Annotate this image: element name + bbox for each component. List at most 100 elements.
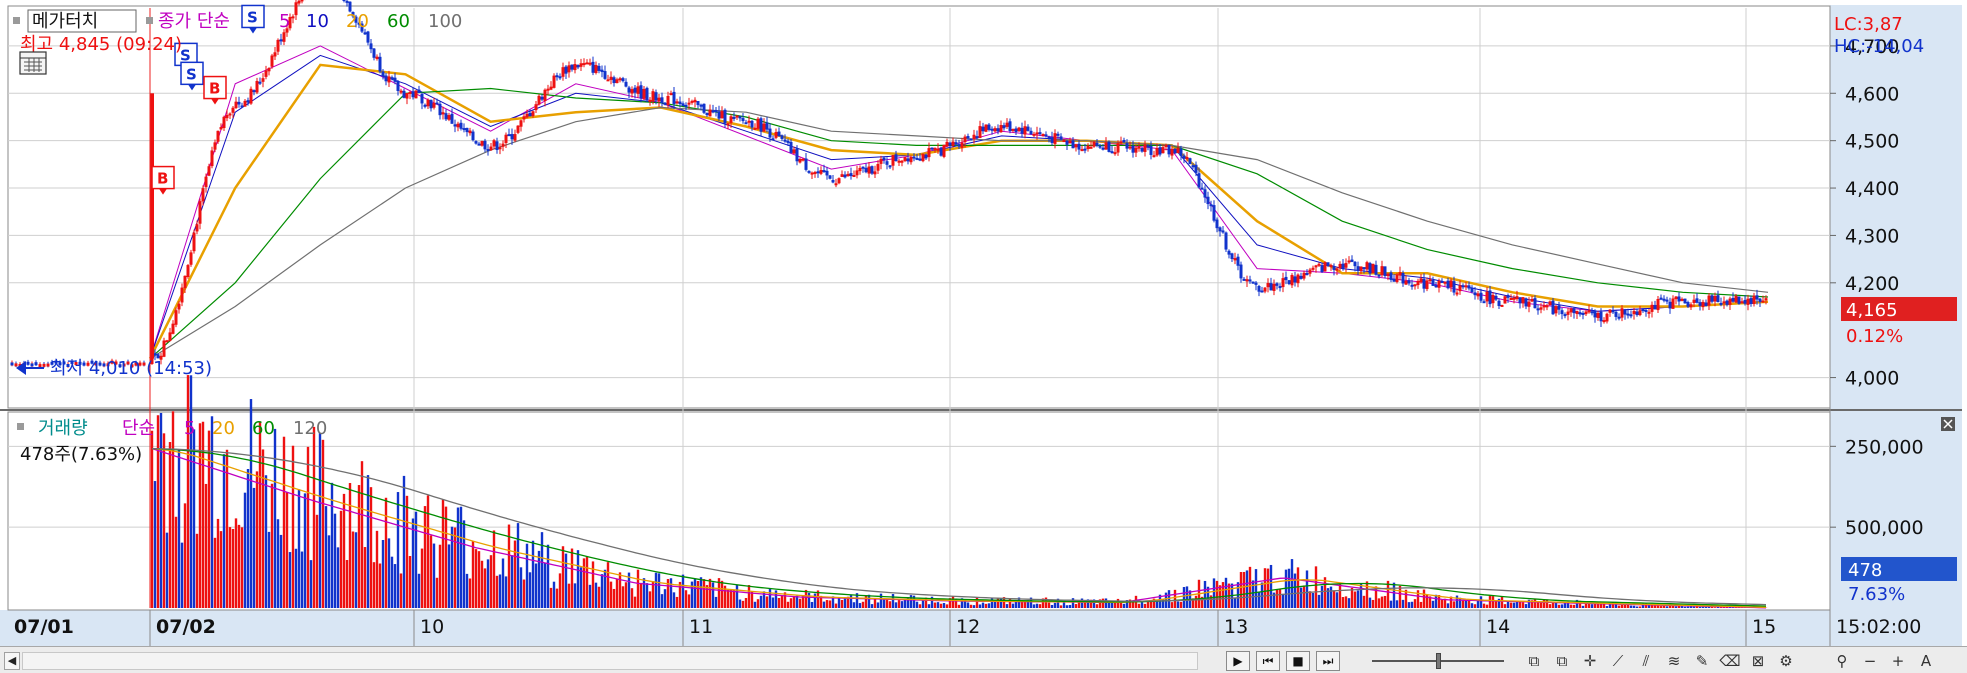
candle-body [573, 64, 577, 71]
volume-bar [264, 475, 268, 608]
pen-tool-icon[interactable]: ✎ [1690, 650, 1714, 672]
volume-bar [1692, 606, 1696, 608]
stop-button[interactable]: ■ [1286, 651, 1310, 671]
rewind-button[interactable]: ⏮ [1256, 651, 1280, 671]
volume-bar [396, 492, 400, 608]
volume-bar [957, 604, 961, 608]
volume-bar [441, 499, 445, 608]
candle-body [1143, 144, 1147, 152]
volume-legend-toggle[interactable] [17, 423, 24, 430]
volume-bar [1506, 601, 1510, 608]
ma-legend-toggle[interactable] [146, 17, 153, 24]
volume-bar [246, 469, 250, 608]
volume-bar [234, 518, 238, 608]
volume-bar [714, 596, 718, 608]
volume-bar [480, 560, 484, 608]
candle-body [1185, 157, 1189, 160]
volume-bar [1140, 602, 1144, 608]
volume-bar [153, 481, 157, 608]
candle-body [1311, 267, 1315, 270]
candle-body [1347, 260, 1351, 263]
fibonacci-tool-icon[interactable]: ≋ [1662, 650, 1686, 672]
eraser-tool-icon[interactable]: ⌫ [1718, 650, 1742, 672]
horizontal-scrollbar[interactable] [22, 652, 1198, 670]
candle-body [834, 183, 838, 186]
volume-bar [1107, 602, 1111, 608]
calendar-icon[interactable] [19, 51, 47, 75]
candle-body [537, 95, 541, 105]
candle-body [987, 124, 991, 130]
candle-body [1326, 262, 1330, 267]
volume-bar [1269, 564, 1273, 608]
font-size-icon[interactable]: A [1914, 650, 1938, 672]
volume-bar [546, 544, 550, 608]
candle-body [1437, 280, 1441, 288]
zoom-out-icon[interactable]: − [1858, 650, 1882, 672]
trendline-tool-icon[interactable]: ⟋ [1606, 650, 1630, 672]
settings-tool-icon[interactable]: ⚙ [1774, 650, 1798, 672]
volume-bar [309, 560, 313, 608]
candle-body [447, 115, 451, 120]
candle-body [780, 135, 784, 139]
volume-bar [222, 454, 226, 608]
candle-body [1113, 152, 1117, 155]
play-button[interactable]: ▶ [1226, 651, 1250, 671]
search-zoom-icon[interactable]: ⚲ [1830, 650, 1854, 672]
channel-tool-icon[interactable]: ⫽ [1634, 650, 1658, 672]
volume-bar [156, 415, 160, 608]
candle-body [438, 103, 442, 116]
candle-body [840, 174, 844, 177]
low-price-label: 최저 4,010 (14:53) [50, 358, 212, 379]
volume-bar [207, 430, 211, 608]
candle-body [912, 156, 916, 159]
scroll-left-button[interactable]: ◀ [4, 652, 20, 670]
volume-bar [837, 597, 841, 608]
candle-body [408, 91, 412, 94]
crosshair-tool-icon[interactable]: ✛ [1578, 650, 1602, 672]
candle-body [1563, 314, 1567, 317]
volume-bar [1263, 568, 1267, 608]
volume-bar [675, 596, 679, 608]
candle-body [1602, 320, 1606, 323]
candle-body [1575, 310, 1579, 314]
fast-forward-button[interactable]: ⏭ [1316, 651, 1340, 671]
candle-body [1041, 134, 1045, 137]
candle-body [1725, 300, 1729, 305]
volume-bar [984, 603, 988, 608]
lock-tool-icon[interactable]: ⊠ [1746, 650, 1770, 672]
volume-bar [1377, 598, 1381, 608]
volume-bar [1347, 598, 1351, 608]
volume-bar [1149, 601, 1153, 608]
volume-bar [1629, 605, 1633, 608]
candle-body [1161, 147, 1165, 154]
candle-body [429, 99, 433, 109]
zoom-in-icon[interactable]: + [1886, 650, 1910, 672]
volume-bar [945, 604, 949, 608]
volume-bar [1332, 590, 1336, 608]
zoom-slider-knob[interactable] [1436, 653, 1441, 669]
time-tick-label: 14 [1486, 616, 1510, 638]
window-copy-icon[interactable]: ⧉ [1550, 650, 1574, 672]
candle-body [1098, 145, 1102, 148]
volume-bar [1686, 606, 1690, 608]
candle-body [897, 160, 901, 163]
volume-bar [1383, 595, 1387, 608]
volume-bar [633, 596, 637, 608]
volume-bar [615, 578, 619, 608]
candle-body [750, 120, 754, 128]
legend-toggle[interactable] [13, 17, 20, 24]
window-split-icon[interactable]: ⧉ [1522, 650, 1546, 672]
volume-bar [438, 544, 442, 608]
zoom-slider[interactable] [1372, 651, 1504, 671]
volume-bar [228, 527, 232, 608]
candle-body [921, 153, 925, 162]
volume-bar [1452, 601, 1456, 608]
candle-body [1611, 310, 1615, 313]
candle-body [1251, 281, 1255, 284]
volume-bar [1224, 577, 1228, 608]
candle-body [822, 170, 826, 173]
ma-period-20: 20 [346, 11, 369, 32]
volume-bar [408, 556, 412, 608]
volume-bar [810, 601, 814, 608]
volume-bar [327, 535, 331, 608]
